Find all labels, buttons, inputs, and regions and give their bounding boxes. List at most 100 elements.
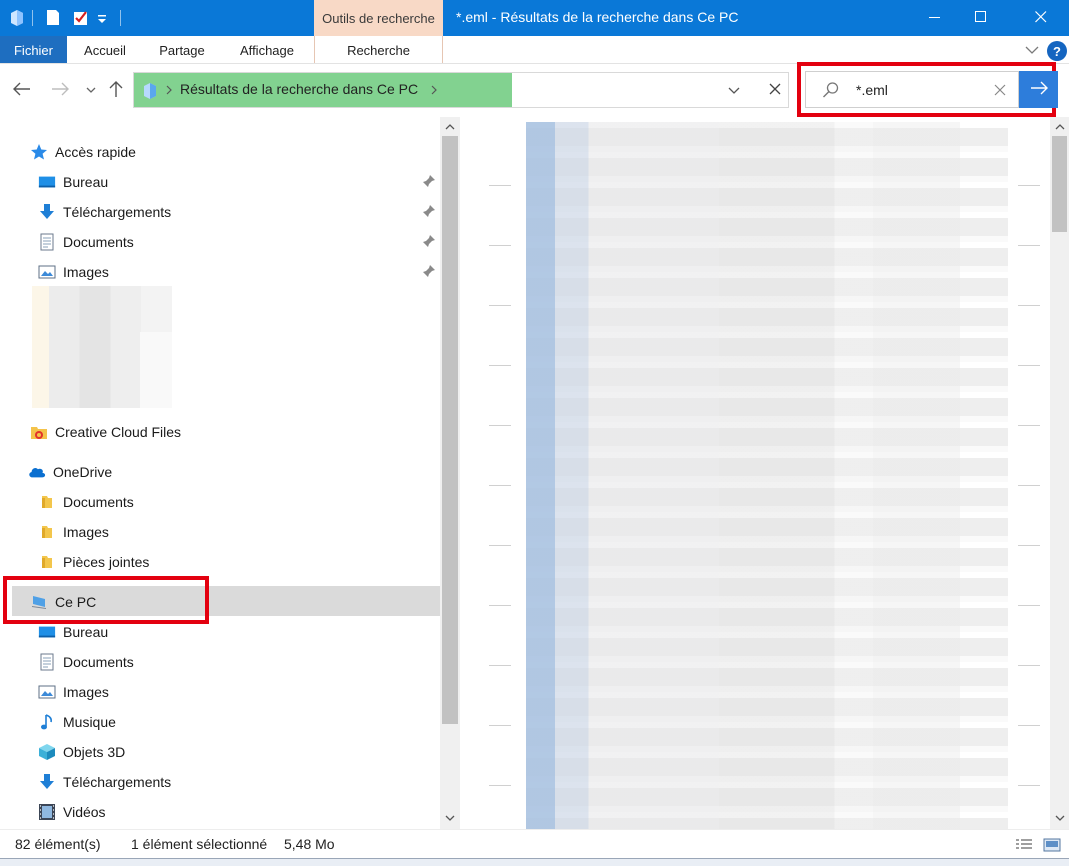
- nav-label: Pièces jointes: [63, 554, 150, 570]
- search-input[interactable]: [856, 80, 986, 100]
- pin-icon[interactable]: [422, 204, 436, 218]
- row-divider: [489, 485, 511, 486]
- nav-label: Vidéos: [63, 804, 106, 820]
- blurred-nav-items: [32, 286, 172, 408]
- tab-recherche[interactable]: Recherche: [314, 36, 443, 64]
- nav-onedrive-images[interactable]: Images: [38, 517, 109, 547]
- nav-label: OneDrive: [53, 464, 113, 480]
- minimize-button[interactable]: [912, 0, 958, 36]
- nav-onedrive-documents[interactable]: Documents: [38, 487, 134, 517]
- large-icons-view-icon[interactable]: [1043, 837, 1061, 853]
- address-bar[interactable]: Résultats de la recherche dans Ce PC: [133, 72, 789, 108]
- status-bar: 82 élément(s) 1 élément sélectionné 5,48…: [0, 829, 1069, 858]
- checkmark-icon[interactable]: [73, 9, 89, 27]
- row-divider: [489, 725, 511, 726]
- search-go-button[interactable]: [1019, 71, 1058, 108]
- nav-pc-telechargements[interactable]: Téléchargements: [38, 767, 171, 797]
- chevron-down-icon: [85, 82, 97, 98]
- row-divider: [489, 245, 511, 246]
- address-path[interactable]: Résultats de la recherche dans Ce PC: [180, 81, 418, 97]
- tab-accueil[interactable]: Accueil: [72, 36, 138, 64]
- maximize-button[interactable]: [958, 0, 1004, 36]
- close-button[interactable]: [1018, 0, 1064, 36]
- chevron-right-icon[interactable]: [162, 82, 176, 98]
- images-icon: [38, 263, 56, 281]
- tab-fichier[interactable]: Fichier: [0, 36, 67, 64]
- folder-icon: [38, 553, 56, 571]
- pin-icon[interactable]: [422, 264, 436, 278]
- nav-label: Images: [63, 524, 109, 540]
- nav-pc-images[interactable]: Images: [38, 677, 109, 707]
- nav-quick-access[interactable]: Accès rapide: [30, 137, 136, 167]
- chevron-down-icon[interactable]: [726, 82, 742, 98]
- search-box[interactable]: [805, 71, 1019, 108]
- pin-icon[interactable]: [422, 234, 436, 248]
- customize-toolbar-icon[interactable]: [96, 9, 112, 27]
- nav-pc-objets-3d[interactable]: Objets 3D: [38, 737, 125, 767]
- maximize-icon: [975, 10, 987, 26]
- creative-cloud-icon: [30, 423, 48, 441]
- nav-label: Documents: [63, 234, 134, 250]
- tab-affichage[interactable]: Affichage: [226, 36, 308, 64]
- row-divider: [489, 425, 511, 426]
- recent-locations-button[interactable]: [81, 80, 101, 100]
- nav-creative-cloud[interactable]: Creative Cloud Files: [30, 417, 181, 447]
- onedrive-icon: [28, 463, 46, 481]
- toolbar-separator: [32, 10, 33, 26]
- forward-button[interactable]: [50, 80, 70, 100]
- arrow-right-icon: [51, 82, 69, 99]
- nav-label: Creative Cloud Files: [55, 424, 182, 440]
- nav-scrollbar-thumb[interactable]: [442, 136, 458, 724]
- arrow-left-icon: [13, 82, 31, 99]
- ribbon: Fichier Accueil Partage Affichage Recher…: [0, 36, 1069, 64]
- nav-onedrive-pieces-jointes[interactable]: Pièces jointes: [38, 547, 149, 577]
- chevron-right-icon[interactable]: [427, 82, 441, 98]
- row-divider: [489, 665, 511, 666]
- scroll-up-icon[interactable]: [442, 119, 458, 135]
- explorer-icon[interactable]: [9, 9, 25, 27]
- nav-quick-telechargements[interactable]: Téléchargements: [38, 197, 171, 227]
- results-scrollbar-thumb[interactable]: [1052, 136, 1067, 232]
- desktop-icon: [38, 623, 56, 641]
- scroll-down-icon[interactable]: [1052, 810, 1068, 826]
- row-divider: [1018, 185, 1040, 186]
- status-selection: 1 élément sélectionné: [131, 836, 268, 852]
- context-tab-search-tools[interactable]: Outils de recherche: [314, 0, 443, 36]
- nav-pc-musique[interactable]: Musique: [38, 707, 116, 737]
- row-divider: [489, 545, 511, 546]
- scroll-up-icon[interactable]: [1052, 119, 1068, 135]
- nav-quick-documents[interactable]: Documents: [38, 227, 134, 257]
- nav-pc-bureau[interactable]: Bureau: [38, 617, 108, 647]
- help-button[interactable]: ?: [1047, 41, 1067, 61]
- music-icon: [38, 713, 56, 731]
- videos-icon: [38, 803, 56, 821]
- details-view-icon[interactable]: [1015, 837, 1033, 853]
- nav-label: Images: [63, 684, 109, 700]
- properties-icon[interactable]: [46, 9, 62, 27]
- objects-3d-icon: [38, 743, 56, 761]
- up-button[interactable]: [106, 80, 126, 100]
- scroll-down-icon[interactable]: [442, 810, 458, 826]
- stop-search-button[interactable]: [762, 72, 788, 108]
- tab-partage[interactable]: Partage: [148, 36, 216, 64]
- nav-pc-videos[interactable]: Vidéos: [38, 797, 106, 827]
- nav-label: Accès rapide: [55, 144, 136, 160]
- row-divider: [1018, 485, 1040, 486]
- row-divider: [1018, 545, 1040, 546]
- nav-label: Téléchargements: [63, 204, 172, 220]
- nav-label: Bureau: [63, 174, 109, 190]
- expand-ribbon-icon[interactable]: [1024, 42, 1040, 58]
- row-divider: [489, 185, 511, 186]
- nav-onedrive[interactable]: OneDrive: [28, 457, 112, 487]
- back-button[interactable]: [12, 80, 32, 100]
- nav-label: Objets 3D: [63, 744, 126, 760]
- nav-quick-images[interactable]: Images: [38, 257, 109, 287]
- close-icon: [769, 82, 781, 98]
- nav-pc-documents[interactable]: Documents: [38, 647, 134, 677]
- minimize-icon: [929, 10, 941, 26]
- documents-icon: [38, 653, 56, 671]
- nav-quick-bureau[interactable]: Bureau: [38, 167, 108, 197]
- pin-icon[interactable]: [422, 174, 436, 188]
- clear-search-icon[interactable]: [992, 82, 1008, 98]
- row-divider: [1018, 305, 1040, 306]
